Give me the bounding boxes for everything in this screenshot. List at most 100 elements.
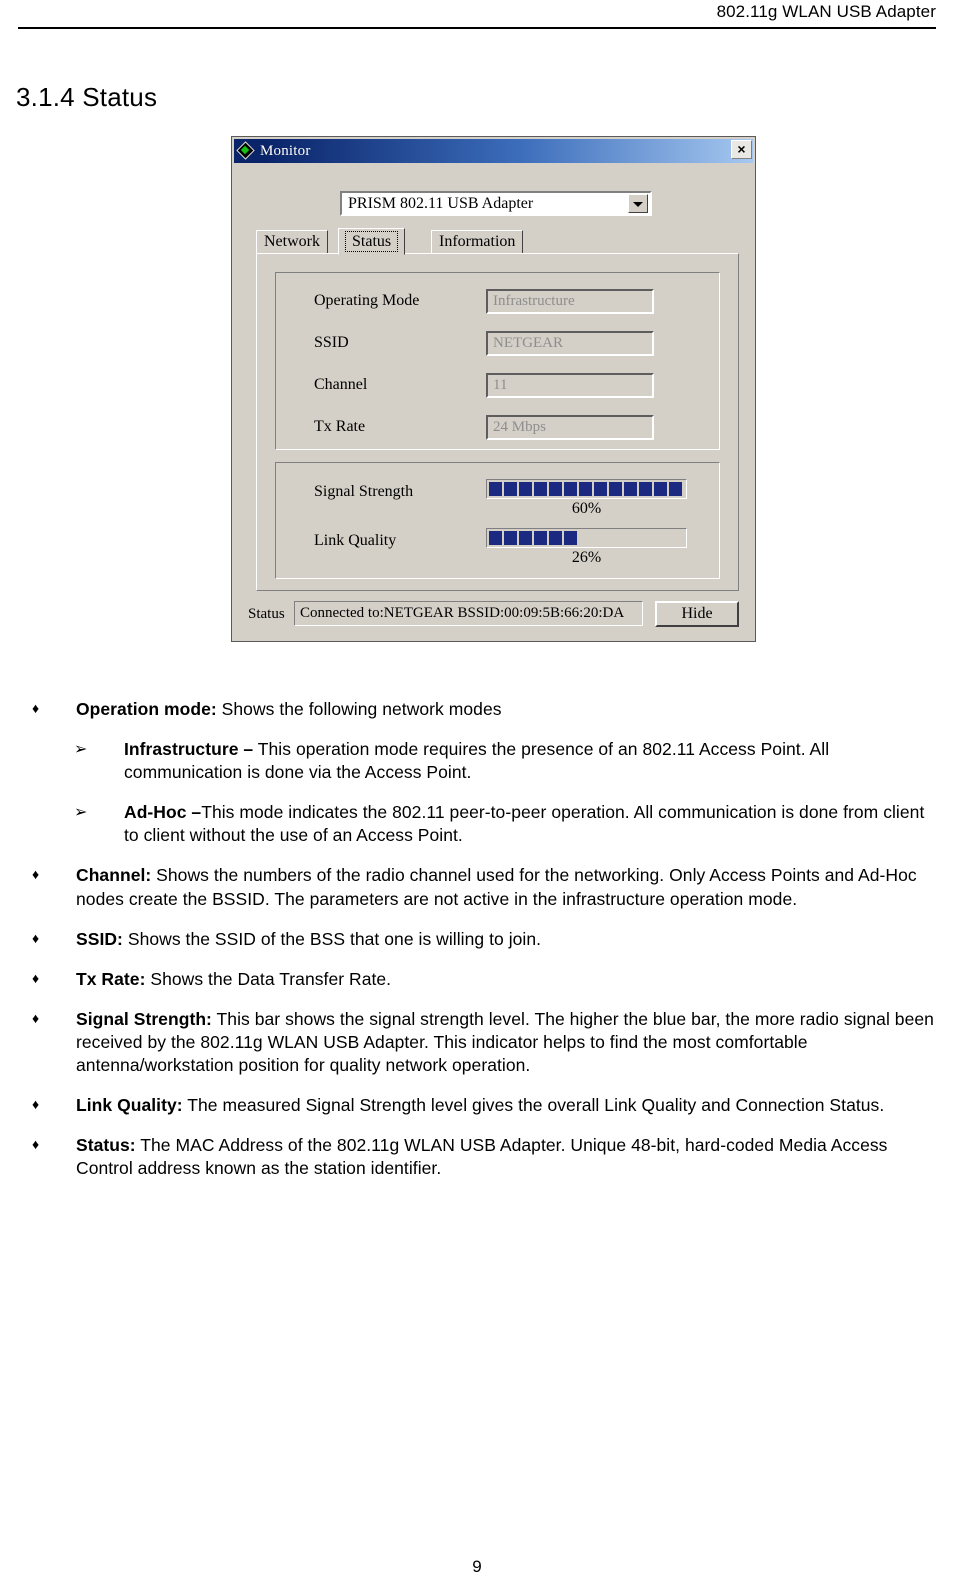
meter-block — [639, 482, 652, 496]
field-row-ssid: SSID NETGEAR — [314, 331, 699, 357]
signal-strength-bar — [486, 479, 687, 499]
diamond-bullet-icon: ♦ — [32, 1096, 40, 1113]
signal-meters-group: Signal Strength 60% Link Quality 26% — [275, 462, 720, 579]
arrow-bullet-icon: ➢ — [74, 739, 88, 759]
meter-block — [519, 482, 532, 496]
link-quality-bar — [486, 528, 687, 548]
diamond-bullet-icon: ♦ — [32, 1136, 40, 1153]
diamond-bullet-icon: ♦ — [32, 1009, 40, 1026]
bullet-item: ♦ Link Quality: The measured Signal Stren… — [16, 1094, 936, 1117]
page-running-header: 802.11g WLAN USB Adapter — [18, 0, 936, 30]
meter-row-signal-strength: Signal Strength 60% — [314, 479, 699, 523]
tx-rate-label: Tx Rate — [314, 418, 366, 435]
adapter-select-value: PRISM 802.11 USB Adapter — [348, 194, 534, 212]
meter-block — [489, 482, 502, 496]
header-divider — [18, 27, 936, 29]
bullet-term: Operation mode: — [76, 699, 217, 719]
ssid-value: NETGEAR — [486, 331, 654, 356]
tab-status-label: Status — [345, 231, 399, 252]
bullet-text: Shows the following network modes — [216, 699, 502, 719]
bullet-item: ♦ Tx Rate: Shows the Data Transfer Rate. — [16, 968, 936, 991]
bullet-text: The MAC Address of the 802.11g WLAN USB … — [76, 1135, 888, 1179]
diamond-bullet-icon: ♦ — [32, 700, 40, 716]
dialog-title: Monitor — [260, 142, 311, 159]
adapter-select[interactable]: PRISM 802.11 USB Adapter — [340, 191, 652, 216]
bullet-text: Shows the SSID of the BSS that one is wi… — [122, 928, 542, 949]
channel-label: Channel — [314, 376, 368, 393]
bullet-term: Tx Rate: — [76, 968, 146, 989]
connection-info-group: Operating Mode Infrastructure SSID NETGE… — [275, 272, 720, 450]
bullet-text: Shows the numbers of the radio channel u… — [76, 865, 917, 909]
tab-information[interactable]: Information — [431, 230, 524, 254]
meter-block — [564, 482, 577, 496]
tab-status[interactable]: Status — [338, 228, 406, 255]
meter-block — [504, 531, 517, 545]
diamond-bullet-icon: ♦ — [32, 969, 40, 986]
bullet-term: Signal Strength: — [76, 1008, 212, 1029]
meter-block — [519, 531, 532, 545]
bullet-term: Link Quality: — [76, 1095, 183, 1116]
bullet-item: ♦ Channel: Shows the numbers of the radio… — [16, 864, 936, 910]
meter-block — [609, 482, 622, 496]
bullet-text: This mode indicates the 802.11 peer-to-p… — [124, 802, 925, 846]
bullet-item: ♦ Status: The MAC Address of the 802.11g … — [16, 1134, 936, 1180]
chevron-down-icon[interactable] — [628, 194, 648, 213]
bullet-term: Channel: — [76, 865, 152, 886]
statusbar-label: Status — [248, 606, 285, 622]
bullet-text: Shows the Data Transfer Rate. — [145, 968, 392, 989]
monitor-dialog: Monitor × PRISM 802.11 USB Adapter Netwo… — [231, 136, 756, 642]
bullet-term: SSID: — [76, 928, 123, 949]
field-row-operating-mode: Operating Mode Infrastructure — [314, 289, 699, 315]
bullet-item: ♦ Signal Strength: This bar shows the sig… — [16, 1008, 936, 1077]
operating-mode-label: Operating Mode — [314, 292, 420, 309]
meter-block — [579, 482, 592, 496]
bullet-item: ♦ SSID: Shows the SSID of the BSS that on… — [16, 928, 936, 951]
link-quality-percent: 26% — [571, 549, 602, 566]
operating-mode-value: Infrastructure — [486, 289, 654, 314]
bullet-term: Ad-Hoc – — [124, 802, 202, 823]
tab-information-label: Information — [439, 233, 516, 250]
meter-block — [624, 482, 637, 496]
meter-block — [564, 531, 577, 545]
meter-block — [504, 482, 517, 496]
meter-row-link-quality: Link Quality 26% — [314, 528, 699, 572]
hide-button[interactable]: Hide — [655, 601, 739, 627]
close-icon[interactable]: × — [731, 140, 752, 159]
field-row-channel: Channel 11 — [314, 373, 699, 399]
signal-strength-percent: 60% — [571, 500, 602, 517]
page-title: 3.1.4 Status — [16, 82, 158, 112]
dialog-titlebar: Monitor × — [234, 139, 753, 163]
tab-network-label: Network — [264, 233, 320, 250]
channel-value: 11 — [486, 373, 654, 398]
ssid-label: SSID — [314, 334, 349, 351]
meter-block — [489, 531, 502, 545]
bullet-item: ➢ Ad-Hoc –This mode indicates the 802.11 … — [16, 801, 936, 847]
bullet-item: ♦ Operation mode: Shows the following net… — [16, 698, 936, 721]
bullet-term: Infrastructure – — [124, 739, 254, 760]
bullet-list: ♦ Operation mode: Shows the following net… — [16, 698, 936, 1197]
diamond-bullet-icon: ♦ — [32, 866, 40, 883]
meter-block — [669, 482, 682, 496]
diamond-bullet-icon: ♦ — [32, 929, 40, 946]
bullet-text: The measured Signal Strength level gives… — [182, 1095, 885, 1116]
meter-block — [549, 531, 562, 545]
tx-rate-value: 24 Mbps — [486, 415, 654, 440]
dialog-body: PRISM 802.11 USB Adapter Network Status … — [234, 165, 753, 639]
tab-bar: Network Status Information — [256, 228, 739, 255]
meter-block — [534, 482, 547, 496]
link-quality-label: Link Quality — [314, 532, 397, 549]
green-diamond-icon — [236, 141, 255, 160]
dialog-statusbar: Status Connected to:NETGEAR BSSID:00:09:… — [248, 601, 739, 629]
statusbar-value: Connected to:NETGEAR BSSID:00:09:5B:66:2… — [294, 601, 643, 626]
bullet-item: ➢ Infrastructure – This operation mode re… — [16, 738, 936, 784]
field-row-tx-rate: Tx Rate 24 Mbps — [314, 415, 699, 441]
status-tab-panel: Operating Mode Infrastructure SSID NETGE… — [256, 253, 739, 591]
arrow-bullet-icon: ➢ — [74, 802, 88, 822]
meter-block — [549, 482, 562, 496]
tab-network[interactable]: Network — [256, 230, 328, 254]
signal-strength-label: Signal Strength — [314, 483, 414, 500]
meter-block — [654, 482, 667, 496]
meter-block — [534, 531, 547, 545]
bullet-term: Status: — [76, 1135, 136, 1156]
page-number: 9 — [472, 1557, 482, 1576]
